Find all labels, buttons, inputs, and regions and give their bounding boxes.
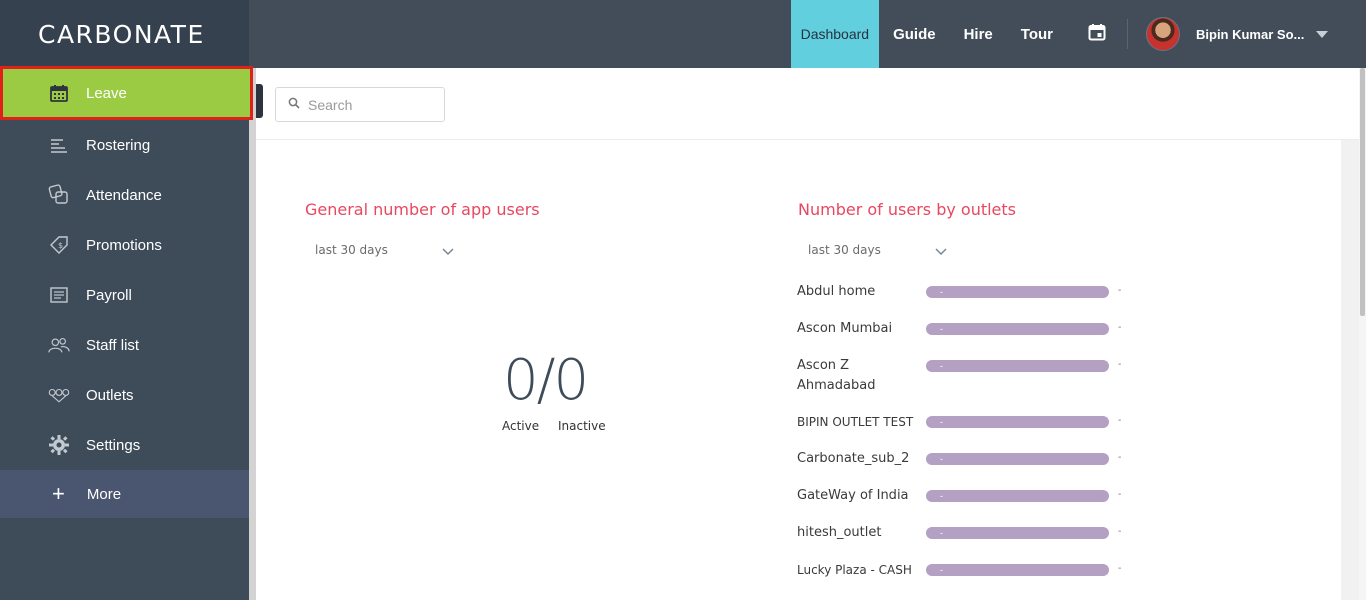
- promotions-tag-icon: $: [48, 234, 70, 256]
- sidebar-scrollbar[interactable]: [249, 68, 256, 600]
- calendar-button[interactable]: [1067, 0, 1127, 68]
- sidebar: CARBONATE Leave Rostering Attendance $ P…: [0, 0, 253, 600]
- outlet-bar: -: [926, 416, 1109, 428]
- outlet-users-period-select[interactable]: last 30 days: [808, 243, 947, 257]
- sidebar-item-label: Rostering: [86, 136, 151, 154]
- calendar-icon: [48, 82, 70, 104]
- sidebar-item-label: More: [86, 485, 122, 503]
- outlet-value: -: [1118, 526, 1122, 537]
- dashboard-content: General number of app users last 30 days…: [256, 140, 1341, 600]
- outlet-value: -: [1118, 285, 1122, 296]
- search-bar-row: [256, 68, 1366, 140]
- outlet-bar: -: [926, 527, 1109, 539]
- sidebar-item-promotions[interactable]: $ Promotions: [0, 220, 249, 270]
- sidebar-item-payroll[interactable]: Payroll: [0, 270, 249, 320]
- user-name[interactable]: Bipin Kumar So...: [1196, 27, 1308, 42]
- sidebar-item-label: Settings: [86, 436, 141, 454]
- app-users-title: General number of app users: [305, 200, 540, 219]
- calendar-icon: [1088, 23, 1106, 46]
- period-value: last 30 days: [315, 243, 388, 257]
- inactive-label: Inactive: [558, 419, 606, 433]
- sidebar-item-label: Leave: [86, 84, 127, 102]
- app-users-period-select[interactable]: last 30 days: [315, 243, 454, 257]
- active-label: Active: [502, 419, 540, 433]
- payroll-icon: [48, 284, 70, 306]
- search-icon: [288, 96, 300, 114]
- avatar[interactable]: [1146, 17, 1180, 51]
- outlet-name: Lucky Plaza - CASH: [797, 563, 912, 577]
- sidebar-item-leave[interactable]: Leave: [0, 66, 253, 120]
- outlet-value: -: [1118, 322, 1122, 333]
- sidebar-item-label: Staff list: [86, 336, 140, 354]
- outlet-value: -: [1118, 415, 1122, 426]
- outlet-bar: -: [926, 323, 1109, 335]
- outlet-value: -: [1118, 359, 1122, 370]
- sidebar-item-rostering[interactable]: Rostering: [0, 120, 249, 170]
- app-logo[interactable]: CARBONATE: [0, 0, 249, 68]
- user-menu[interactable]: Bipin Kumar So...: [1146, 17, 1366, 51]
- nav-tour[interactable]: Tour: [1007, 0, 1067, 68]
- attendance-icon: [48, 184, 70, 206]
- outlet-value: -: [1118, 489, 1122, 500]
- sidebar-item-label: Promotions: [86, 236, 162, 254]
- outlet-bar: -: [926, 564, 1109, 576]
- active-count: 0: [503, 348, 539, 413]
- outlet-bar: -: [926, 453, 1109, 465]
- outlet-bar: -: [926, 490, 1109, 502]
- outlet-name: Ascon Z Ahmadabad: [797, 358, 876, 393]
- sidebar-item-outlets[interactable]: Outlets: [0, 370, 249, 420]
- sidebar-item-more[interactable]: + More: [0, 470, 249, 518]
- outlet-name: Carbonate_sub_2: [797, 451, 910, 466]
- sidebar-item-staff-list[interactable]: Staff list: [0, 320, 249, 370]
- search-box[interactable]: [275, 87, 445, 122]
- scrollbar-thumb[interactable]: [1360, 68, 1365, 316]
- sidebar-nav: Leave Rostering Attendance $ Promotions …: [0, 66, 253, 518]
- outlet-users-title: Number of users by outlets: [798, 200, 1016, 219]
- nav-divider: [1127, 19, 1128, 49]
- chevron-down-icon: [935, 245, 947, 256]
- svg-text:$: $: [58, 241, 63, 250]
- outlet-name: hitesh_outlet: [797, 525, 882, 540]
- chevron-down-icon[interactable]: [1316, 30, 1328, 38]
- gear-icon: [48, 434, 70, 456]
- inactive-count: 0: [553, 348, 590, 413]
- rostering-icon: [48, 134, 70, 156]
- nav-dashboard[interactable]: Dashboard: [790, 0, 880, 68]
- count-separator: /: [536, 348, 556, 413]
- outlet-name: Ascon Mumbai: [797, 321, 893, 336]
- outlet-name: BIPIN OUTLET TEST: [797, 415, 914, 429]
- nav-hire[interactable]: Hire: [950, 0, 1007, 68]
- plus-icon: +: [52, 481, 65, 506]
- chevron-down-icon: [442, 245, 454, 256]
- sidebar-item-label: Outlets: [86, 386, 134, 404]
- sidebar-item-attendance[interactable]: Attendance: [0, 170, 249, 220]
- outlet-name: Abdul home: [797, 284, 876, 299]
- search-input[interactable]: [308, 96, 438, 113]
- sidebar-item-settings[interactable]: Settings: [0, 420, 249, 470]
- top-nav: Dashboard Guide Hire Tour Bipin Kumar So…: [790, 0, 1366, 68]
- outlet-value: -: [1118, 563, 1122, 574]
- period-value: last 30 days: [808, 243, 881, 257]
- staff-list-icon: [48, 334, 70, 356]
- outlets-icon: [48, 384, 70, 406]
- content-gutter: [1341, 140, 1359, 600]
- outlet-bar: -: [926, 360, 1109, 372]
- app-users-count: 0/0: [503, 348, 590, 413]
- sidebar-item-label: Payroll: [86, 286, 132, 304]
- outlet-name: GateWay of India: [797, 488, 909, 503]
- sidebar-item-label: Attendance: [86, 186, 162, 204]
- outlet-bar: -: [926, 286, 1109, 298]
- sidebar-toggle-handle[interactable]: [256, 84, 263, 118]
- nav-guide[interactable]: Guide: [879, 0, 950, 68]
- page-scrollbar[interactable]: [1359, 68, 1366, 600]
- top-navbar: Dashboard Guide Hire Tour Bipin Kumar So…: [249, 0, 1366, 68]
- outlet-value: -: [1118, 452, 1122, 463]
